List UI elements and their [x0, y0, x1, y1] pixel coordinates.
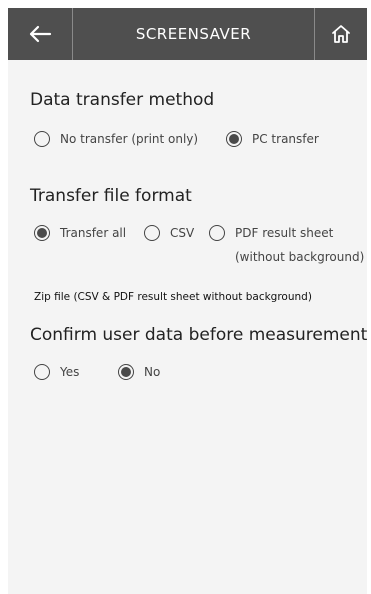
- page-title: SCREENSAVER: [135, 25, 252, 43]
- option-label: No transfer (print only): [60, 132, 199, 146]
- radio-circle: [226, 131, 242, 147]
- home-icon: [332, 25, 350, 43]
- option-label: Yes: [60, 365, 80, 379]
- radio-pc-transfer[interactable]: PC transfer: [226, 131, 319, 147]
- radio-pdf[interactable]: PDF result sheet: [209, 225, 333, 241]
- header-bar: SCREENSAVER: [8, 8, 367, 60]
- file-format-title: Transfer file format: [30, 186, 192, 206]
- arrow-left-icon: [29, 25, 52, 43]
- option-label: No: [144, 365, 161, 379]
- screen-panel: SCREENSAVER Data transfer method No tran…: [8, 8, 367, 594]
- radio-yes[interactable]: Yes: [34, 364, 79, 380]
- radio-circle: [34, 364, 50, 380]
- home-button[interactable]: [315, 8, 367, 60]
- zip-file-note: Zip file (CSV & PDF result sheet without…: [34, 291, 312, 303]
- pdf-option-sublabel: (without background): [235, 250, 365, 264]
- confirm-user-title: Confirm user data before measurement: [30, 325, 368, 345]
- option-label: PDF result sheet: [235, 226, 334, 240]
- radio-no-transfer[interactable]: No transfer (print only): [34, 131, 198, 147]
- option-label: Transfer all: [60, 226, 127, 240]
- radio-csv[interactable]: CSV: [144, 225, 194, 241]
- option-label: PC transfer: [252, 132, 319, 146]
- data-transfer-title: Data transfer method: [30, 90, 215, 110]
- radio-no[interactable]: No: [118, 364, 160, 380]
- radio-transfer-all[interactable]: Transfer all: [34, 225, 126, 241]
- radio-circle: [34, 225, 50, 241]
- radio-circle: [144, 225, 160, 241]
- radio-circle: [34, 131, 50, 147]
- radio-circle: [209, 225, 225, 241]
- option-label: CSV: [170, 226, 195, 240]
- back-button[interactable]: [8, 8, 72, 60]
- radio-circle: [118, 364, 134, 380]
